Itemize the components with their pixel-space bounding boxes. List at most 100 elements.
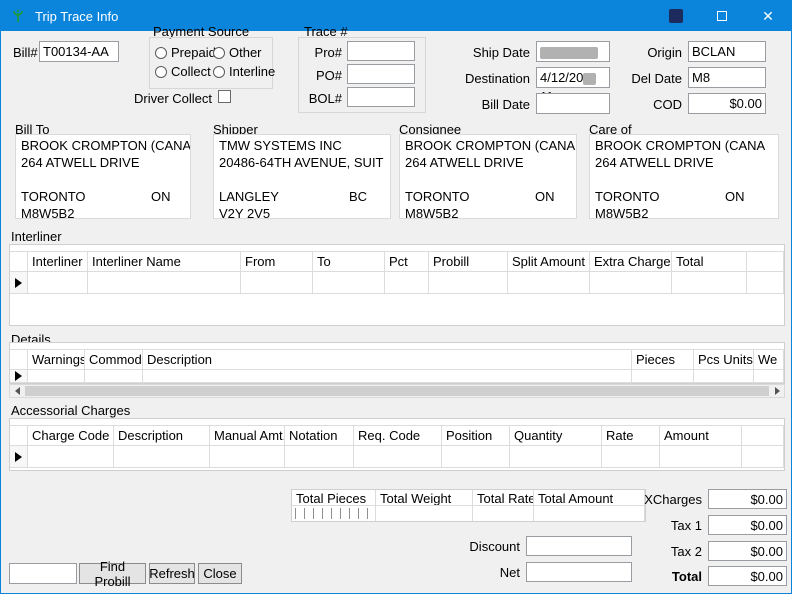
interliner-col-header: Interliner Name	[88, 251, 241, 272]
radio-interline-label: Interline	[229, 64, 275, 79]
grid-cell[interactable]	[114, 446, 210, 468]
del-date-label: Del Date	[631, 71, 682, 86]
radio-other[interactable]: Other	[213, 45, 262, 60]
close-dialog-button[interactable]: Close	[198, 563, 242, 584]
origin-input[interactable]	[688, 41, 766, 62]
tax2-input[interactable]	[708, 541, 787, 561]
address-blank-line	[595, 171, 773, 188]
minimize-button[interactable]	[653, 1, 699, 31]
scrollbar-thumb[interactable]	[25, 386, 769, 396]
row-marker-icon	[15, 371, 22, 381]
interliner-col-header: From	[241, 251, 313, 272]
po-number-input[interactable]	[347, 64, 415, 84]
title-bar[interactable]: Trip Trace Info ✕	[1, 1, 791, 31]
origin-label: Origin	[647, 45, 682, 60]
row-filler	[754, 370, 784, 383]
address-city-row: LANGLEYBC	[219, 188, 385, 205]
grid-cell[interactable]	[694, 370, 754, 383]
destination-label: Destination	[465, 71, 530, 86]
interliner-section-title: Interliner	[11, 229, 62, 244]
find-probill-button[interactable]: Find Probill	[79, 563, 146, 584]
address-line1: BROOK CROMPTON (CANA	[405, 137, 571, 154]
pro-number-input[interactable]	[347, 41, 415, 61]
discount-input[interactable]	[526, 536, 632, 556]
pro-label: Pro#	[315, 45, 342, 60]
bol-number-input[interactable]	[347, 87, 415, 107]
grid-cell[interactable]	[28, 446, 114, 468]
address-postal: V2Y 2V5	[219, 205, 385, 219]
bill-number-input[interactable]	[39, 41, 119, 62]
interliner-col-header: Probill	[429, 251, 508, 272]
app-plant-icon	[10, 8, 26, 24]
scroll-left-button[interactable]	[10, 385, 24, 397]
grid-cell[interactable]	[354, 446, 442, 468]
close-button[interactable]: ✕	[745, 1, 791, 31]
address-blank-line	[405, 171, 571, 188]
refresh-button[interactable]: Refresh	[149, 563, 195, 584]
radio-prepaid[interactable]: Prepaid	[155, 45, 216, 60]
del-date-input[interactable]	[688, 67, 766, 88]
scroll-right-button[interactable]	[770, 385, 784, 397]
details-horizontal-scrollbar[interactable]	[9, 384, 785, 398]
grid-cell[interactable]	[85, 370, 143, 383]
row-marker-header	[10, 425, 28, 446]
ship-date-input[interactable]	[536, 41, 610, 62]
grid-cell[interactable]	[510, 446, 602, 468]
scroll-left-icon	[15, 387, 20, 395]
grid-cell[interactable]	[442, 446, 510, 468]
grid-cell[interactable]	[88, 272, 241, 294]
grid-cell[interactable]	[210, 446, 285, 468]
address-province: BC	[349, 188, 367, 205]
bill-label: Bill#	[13, 45, 38, 60]
details-grid: Warnings Commodity Description Pieces Pc…	[9, 342, 785, 384]
radio-other-label: Other	[229, 45, 262, 60]
ship-date-label: Ship Date	[473, 45, 530, 60]
grid-cell[interactable]	[28, 370, 85, 383]
po-label: PO#	[316, 68, 342, 83]
grid-cell[interactable]	[632, 370, 694, 383]
grid-cell[interactable]	[385, 272, 429, 294]
accessorial-col-header: Amount	[660, 425, 742, 446]
accessorial-grid: Charge Code Description Manual Amt. Nota…	[9, 418, 785, 471]
xcharges-input[interactable]	[708, 489, 787, 509]
interliner-col-header: To	[313, 251, 385, 272]
row-marker-icon	[15, 278, 22, 288]
interliner-col-header: Pct	[385, 251, 429, 272]
grid-cell[interactable]	[241, 272, 313, 294]
interliner-col-header: Split Amount	[508, 251, 590, 272]
address-city-row: TORONTOON	[21, 188, 185, 205]
driver-collect-checkbox[interactable]	[218, 90, 231, 103]
grid-cell[interactable]	[143, 370, 632, 383]
radio-collect[interactable]: Collect	[155, 64, 211, 79]
close-icon: ✕	[762, 9, 774, 23]
totals-col-header: Total Weight	[376, 490, 473, 506]
total-input[interactable]	[708, 566, 787, 586]
maximize-button[interactable]	[699, 1, 745, 31]
cod-input[interactable]	[688, 93, 766, 114]
grid-cell[interactable]	[602, 446, 660, 468]
grid-cell[interactable]	[313, 272, 385, 294]
grid-cell[interactable]	[508, 272, 590, 294]
grid-cell[interactable]	[660, 446, 742, 468]
accessorial-col-header: Charge Code	[28, 425, 114, 446]
grid-cell[interactable]	[28, 272, 88, 294]
grid-cell[interactable]	[590, 272, 672, 294]
radio-interline[interactable]: Interline	[213, 64, 275, 79]
total-pieces-cell	[292, 506, 376, 521]
probill-search-input[interactable]	[9, 563, 77, 584]
tax1-input[interactable]	[708, 515, 787, 535]
discount-label: Discount	[469, 539, 520, 554]
interliner-grid: Interliner Interliner Name From To Pct P…	[9, 244, 785, 326]
interliner-col-header: Extra Charges	[590, 251, 672, 272]
address-line1: BROOK CROMPTON (CANA	[595, 137, 773, 154]
details-col-header: We	[754, 349, 784, 370]
address-line2: 20486-64TH AVENUE, SUIT	[219, 154, 385, 171]
address-line1: TMW SYSTEMS INC	[219, 137, 385, 154]
bill-date-input[interactable]	[536, 93, 610, 114]
grid-cell[interactable]	[672, 272, 747, 294]
net-input[interactable]	[526, 562, 632, 582]
grid-cell[interactable]	[429, 272, 508, 294]
grid-cell[interactable]	[285, 446, 354, 468]
total-label: Total	[672, 569, 702, 584]
destination-input[interactable]: 4/12/2011	[536, 67, 610, 88]
